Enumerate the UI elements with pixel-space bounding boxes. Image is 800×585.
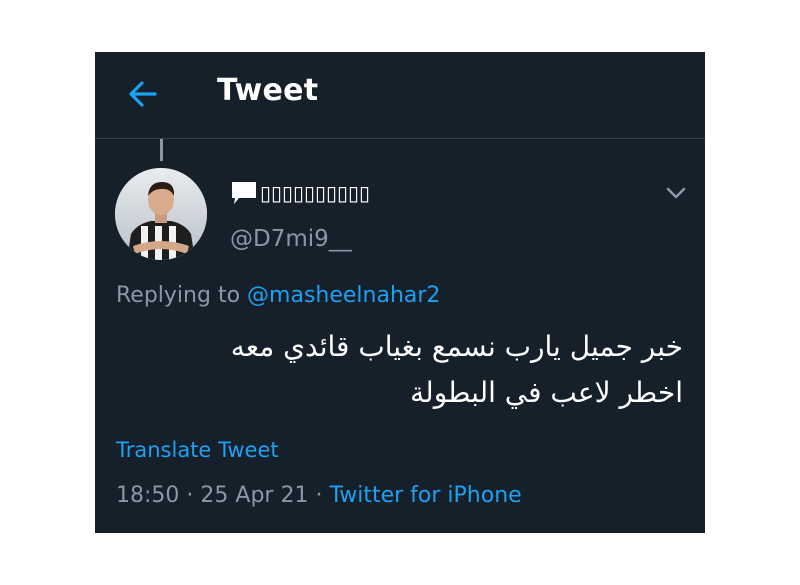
arrow-left-icon[interactable] — [125, 76, 161, 112]
tweet-text-line: اخطر لاعب في البطولة — [410, 376, 683, 409]
thread-connector-line — [160, 139, 163, 161]
replying-label: Replying to — [116, 283, 241, 308]
avatar-photo — [115, 168, 207, 260]
tweet-text-line: خبر جميل يارب نسمع بغياب قائدي معه — [230, 330, 683, 363]
chevron-down-icon[interactable] — [665, 182, 687, 204]
replying-to-line: Replying to @masheelnahar2 — [116, 283, 440, 308]
meta-separator: · — [315, 483, 323, 508]
top-bar: Tweet — [95, 52, 705, 139]
translate-tweet-link[interactable]: Translate Tweet — [116, 438, 279, 462]
speech-bubble-icon — [232, 182, 256, 204]
avatar[interactable] — [115, 168, 207, 260]
author-handle[interactable]: @D7mi9__ — [230, 226, 352, 252]
meta-separator: · — [186, 483, 194, 508]
tweet-time: 18:50 — [116, 483, 180, 508]
display-name-text: ▯▯▯▯▯▯▯▯▯▯ — [260, 181, 371, 205]
page-title: Tweet — [217, 73, 319, 108]
tweet-screen: Tweet ▯▯▯▯▯▯▯▯▯▯ @D7mi9__ Replying to @m… — [95, 52, 705, 533]
reply-mention-link[interactable]: @masheelnahar2 — [247, 283, 440, 308]
tweet-source-link[interactable]: Twitter for iPhone — [329, 483, 521, 508]
tweet-date: 25 Apr 21 — [200, 483, 309, 508]
author-display-name[interactable]: ▯▯▯▯▯▯▯▯▯▯ — [230, 180, 370, 206]
tweet-metadata: 18:50 · 25 Apr 21 · Twitter for iPhone — [116, 483, 522, 508]
tweet-body: خبر جميل يارب نسمع بغياب قائدي معه اخطر … — [123, 324, 683, 416]
